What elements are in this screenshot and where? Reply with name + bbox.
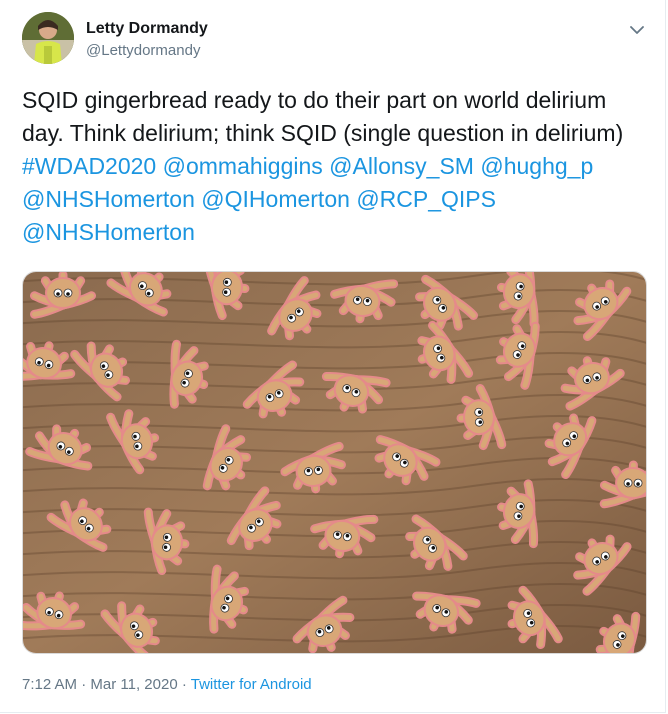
tweet-text: SQID gingerbread ready to do their part … (22, 84, 642, 249)
avatar[interactable] (22, 12, 74, 64)
mention-link[interactable]: @hughg_p (480, 153, 593, 179)
mention-link[interactable]: @Allonsy_SM (329, 153, 474, 179)
display-name[interactable]: Letty Dormandy (86, 20, 208, 38)
chevron-down-icon[interactable] (627, 20, 647, 40)
mention-link[interactable]: @ommahiggins (163, 153, 323, 179)
tweet-date[interactable]: Mar 11, 2020 (90, 676, 177, 693)
tweet-time[interactable]: 7:12 AM (22, 676, 77, 693)
tweet-meta: 7:12 AM · Mar 11, 2020 · Twitter for And… (22, 676, 312, 693)
hashtag-link[interactable]: #WDAD2020 (22, 153, 156, 179)
mention-link[interactable]: @RCP_QIPS (356, 186, 496, 212)
tweet-body: SQID gingerbread ready to do their part … (22, 87, 624, 146)
meta-separator: · (77, 676, 91, 693)
tweet-source-link[interactable]: Twitter for Android (191, 676, 312, 693)
mention-link[interactable]: @QIHomerton (201, 186, 350, 212)
mention-link[interactable]: @NHSHomerton (22, 219, 195, 245)
user-handle[interactable]: @Lettydormandy (86, 42, 200, 59)
meta-separator: · (177, 676, 191, 693)
tweet-photo[interactable] (22, 271, 647, 654)
mention-link[interactable]: @NHSHomerton (22, 186, 195, 212)
tweet-card: Letty Dormandy @Lettydormandy SQID ginge… (0, 0, 666, 713)
gingerbread-photo (23, 272, 646, 653)
